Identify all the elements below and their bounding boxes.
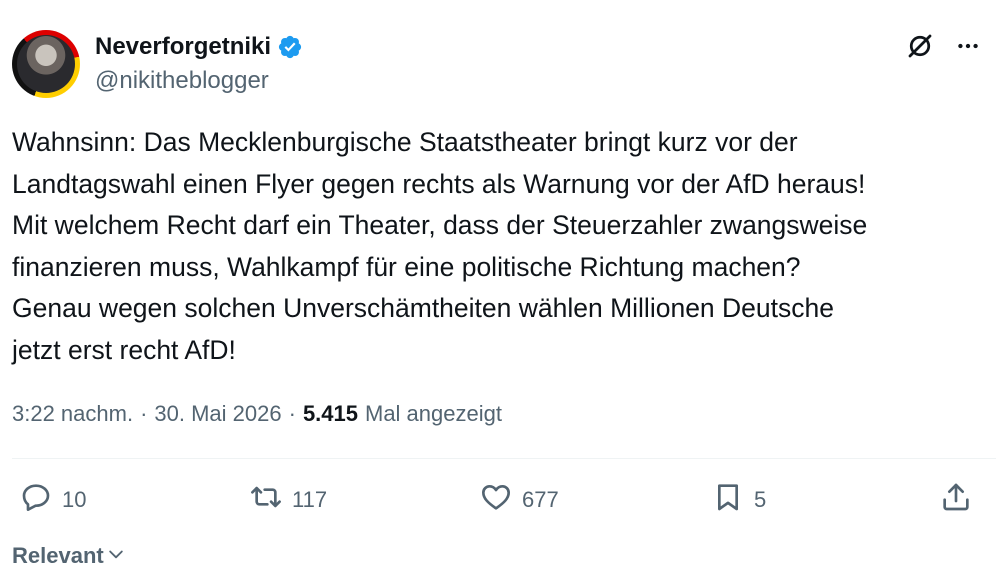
action-bar: 10 117 677 5 (0, 478, 1008, 522)
views-label: Mal angezeigt (365, 401, 502, 426)
like-icon (480, 481, 512, 519)
bookmark-button[interactable]: 5 (712, 478, 766, 522)
grok-button[interactable] (900, 30, 940, 66)
sort-label: Relevant (12, 543, 104, 568)
reply-button[interactable]: 10 (20, 478, 86, 522)
chevron-down-icon (106, 540, 126, 572)
share-icon (940, 481, 972, 519)
more-icon (955, 33, 981, 64)
share-button[interactable] (940, 478, 972, 522)
like-button[interactable]: 677 (480, 478, 559, 522)
author-name-row: Neverforgetniki (95, 33, 303, 61)
more-options-button[interactable] (948, 30, 988, 66)
like-count: 677 (522, 487, 559, 512)
bookmark-count: 5 (754, 487, 767, 512)
grok-icon (905, 31, 935, 66)
verified-badge-icon[interactable] (277, 34, 303, 60)
retweet-count: 117 (292, 487, 328, 512)
avatar-photo (17, 35, 75, 93)
avatar[interactable] (12, 30, 80, 98)
author-display-name[interactable]: Neverforgetniki (95, 33, 271, 61)
tweet-time[interactable]: 3:22 nachm. (12, 398, 133, 430)
sort-replies-dropdown[interactable]: Relevant (12, 540, 126, 572)
meta-separator: · (288, 401, 296, 426)
tweet-card: Neverforgetniki @nikitheblogger Wahnsinn… (0, 0, 1008, 583)
retweet-icon (250, 481, 282, 519)
retweet-button[interactable]: 117 (250, 478, 327, 522)
meta-separator: · (140, 401, 148, 426)
tweet-meta: 3:22 nachm. · 30. Mai 2026 · 5.415 Mal a… (12, 398, 502, 430)
author-handle[interactable]: @nikitheblogger (95, 66, 269, 96)
tweet-date[interactable]: 30. Mai 2026 (154, 398, 281, 430)
views-count: 5.415 (302, 401, 358, 426)
tweet-text: Wahnsinn: Das Mecklenburgische Staatsthe… (12, 127, 868, 365)
reply-icon (20, 481, 52, 519)
bookmark-icon (712, 481, 744, 519)
divider (12, 458, 996, 459)
reply-count: 10 (62, 487, 87, 512)
